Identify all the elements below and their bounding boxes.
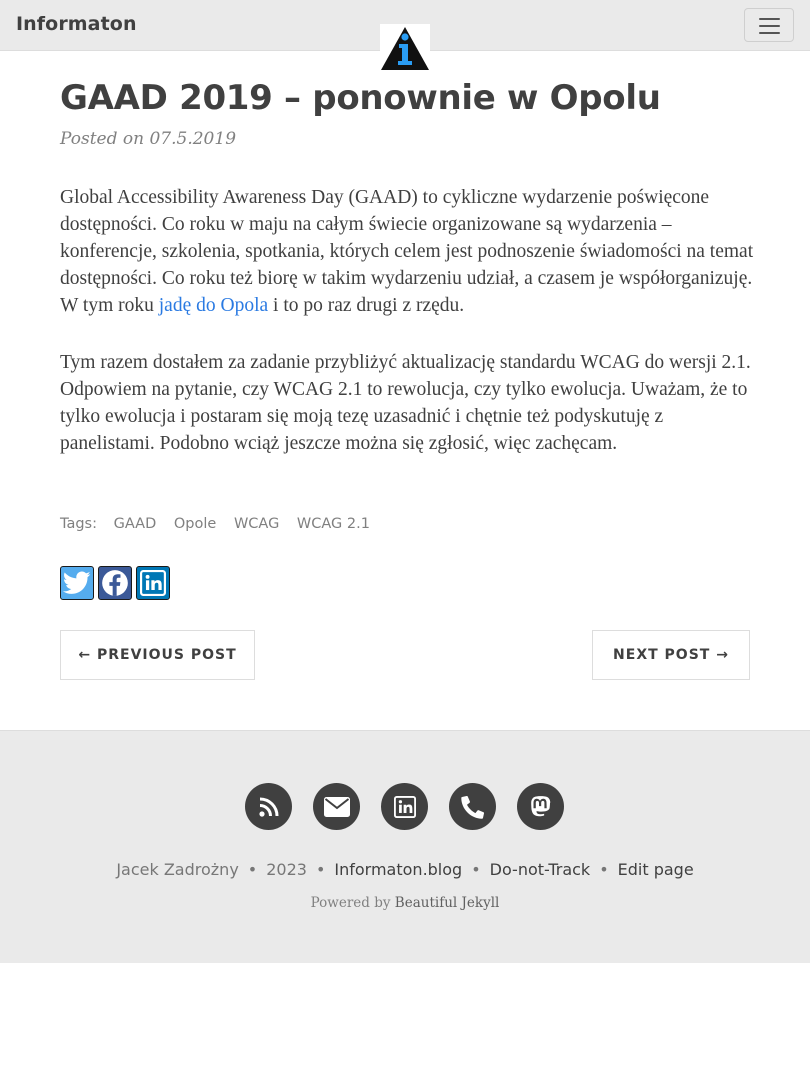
tag-opole[interactable]: Opole bbox=[174, 516, 216, 532]
paragraph-text: i to po raz drugi z rzędu. bbox=[268, 295, 465, 316]
linkedin-footer-link[interactable] bbox=[381, 783, 428, 830]
tag-wcag-21[interactable]: WCAG 2.1 bbox=[297, 516, 370, 532]
mastodon-link[interactable] bbox=[517, 783, 564, 830]
powered-by: Powered by Beautiful Jekyll bbox=[0, 895, 810, 911]
post-meta: Posted on 07.5.2019 bbox=[60, 129, 236, 149]
hamburger-line bbox=[759, 25, 780, 27]
mastodon-icon bbox=[530, 795, 550, 816]
beautiful-jekyll-link[interactable]: Beautiful Jekyll bbox=[395, 895, 500, 911]
linkedin-icon bbox=[393, 795, 416, 818]
facebook-icon bbox=[102, 570, 128, 596]
navbar: Informaton bbox=[0, 0, 810, 74]
site-logo[interactable] bbox=[380, 24, 430, 74]
footer-social-links bbox=[245, 783, 564, 830]
share-facebook-button[interactable] bbox=[98, 566, 132, 600]
separator-dot: • bbox=[247, 860, 258, 879]
separator-dot: • bbox=[315, 860, 326, 879]
footer-copyright-line: Jacek Zadrożny • 2023 • Informaton.blog • Do-n… bbox=[0, 860, 810, 879]
post-paragraph-2: Tym razem dostałem za zadanie przybliżyć… bbox=[60, 352, 751, 454]
footer-site-link[interactable]: Informaton.blog bbox=[334, 860, 462, 879]
footer-year: 2023 bbox=[266, 860, 307, 879]
hamburger-line bbox=[759, 32, 780, 34]
phone-icon bbox=[460, 795, 484, 819]
linkedin-icon bbox=[140, 570, 166, 596]
separator-dot: • bbox=[471, 860, 481, 879]
footer-author: Jacek Zadrożny bbox=[116, 860, 239, 879]
opole-link[interactable]: jadę do Opola bbox=[159, 295, 268, 316]
share-buttons bbox=[60, 566, 170, 600]
tags-label: Tags: bbox=[60, 516, 97, 532]
tag-gaad[interactable]: GAAD bbox=[114, 516, 157, 532]
next-post-button[interactable]: NEXT POST → bbox=[592, 630, 750, 680]
post-date: 07.5.2019 bbox=[149, 129, 237, 149]
previous-post-button[interactable]: ← PREVIOUS POST bbox=[60, 630, 255, 680]
tag-wcag[interactable]: WCAG bbox=[234, 516, 279, 532]
powered-by-prefix: Powered by bbox=[310, 895, 391, 911]
separator-dot: • bbox=[599, 860, 609, 879]
info-logo-icon bbox=[381, 27, 429, 70]
site-brand-link[interactable]: Informaton bbox=[16, 13, 137, 35]
post-meta-prefix: Posted on bbox=[60, 129, 145, 149]
email-link[interactable] bbox=[313, 783, 360, 830]
rss-link[interactable] bbox=[245, 783, 292, 830]
phone-link[interactable] bbox=[449, 783, 496, 830]
menu-toggle-button[interactable] bbox=[744, 8, 794, 42]
share-linkedin-button[interactable] bbox=[136, 566, 170, 600]
share-twitter-button[interactable] bbox=[60, 566, 94, 600]
hamburger-menu-icon bbox=[759, 18, 780, 20]
email-icon bbox=[323, 796, 350, 817]
footer-edit-page-link[interactable]: Edit page bbox=[618, 860, 694, 879]
post-title: GAAD 2019 – ponownie w Opolu bbox=[60, 78, 661, 118]
footer-dnt-link[interactable]: Do-not-Track bbox=[490, 860, 591, 879]
footer: Jacek Zadrożny • 2023 • Informaton.blog • Do-n… bbox=[0, 730, 810, 963]
rss-icon bbox=[258, 797, 278, 817]
twitter-icon bbox=[63, 571, 91, 594]
post-paragraph-1: Global Accessibility Awareness Day (GAAD… bbox=[60, 184, 755, 319]
tags-list: Tags: GAAD Opole WCAG WCAG 2.1 bbox=[60, 516, 370, 532]
